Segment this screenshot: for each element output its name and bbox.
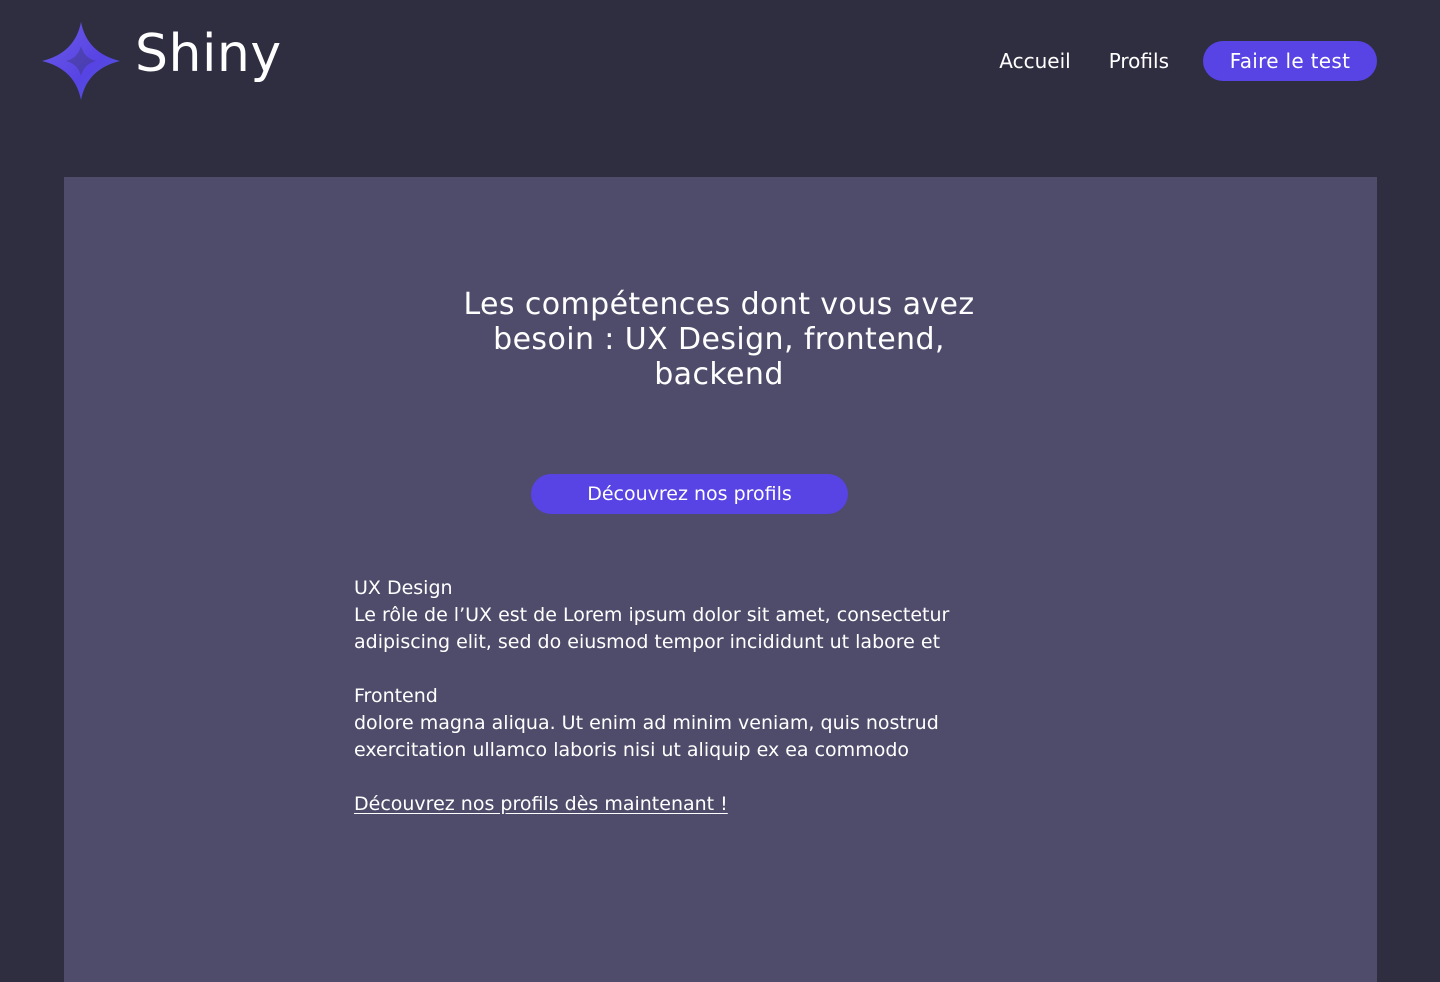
section-title: Frontend: [354, 685, 438, 707]
section-text: dolore magna aliqua. Ut enim ad minim ve…: [354, 712, 939, 761]
discover-profiles-link[interactable]: Découvrez nos profils dès maintenant !: [354, 791, 728, 818]
four-point-star-icon: [42, 22, 120, 100]
hero-title: Les compétences dont vous avez besoin : …: [463, 287, 975, 392]
section-ux-design: UX Design Le rôle de l’UX est de Lorem i…: [354, 575, 1034, 656]
section-title: UX Design: [354, 577, 453, 599]
page: Shiny Accueil Profils Faire le test Les …: [0, 0, 1440, 982]
section-text: Le rôle de l’UX est de Lorem ipsum dolor…: [354, 604, 950, 653]
brand-name: Shiny: [135, 24, 282, 84]
section-frontend: Frontend dolore magna aliqua. Ut enim ad…: [354, 683, 1034, 764]
nav-link-profils[interactable]: Profils: [1109, 49, 1169, 73]
content-sections: UX Design Le rôle de l’UX est de Lorem i…: [354, 575, 1034, 818]
main-panel: Les compétences dont vous avez besoin : …: [64, 177, 1377, 982]
main-nav: Accueil Profils Faire le test: [999, 41, 1377, 81]
brand[interactable]: Shiny: [40, 20, 281, 102]
discover-profiles-button[interactable]: Découvrez nos profils: [531, 474, 848, 514]
nav-link-accueil[interactable]: Accueil: [999, 49, 1070, 73]
header: Shiny Accueil Profils Faire le test: [0, 0, 1440, 130]
take-test-button[interactable]: Faire le test: [1203, 41, 1377, 81]
